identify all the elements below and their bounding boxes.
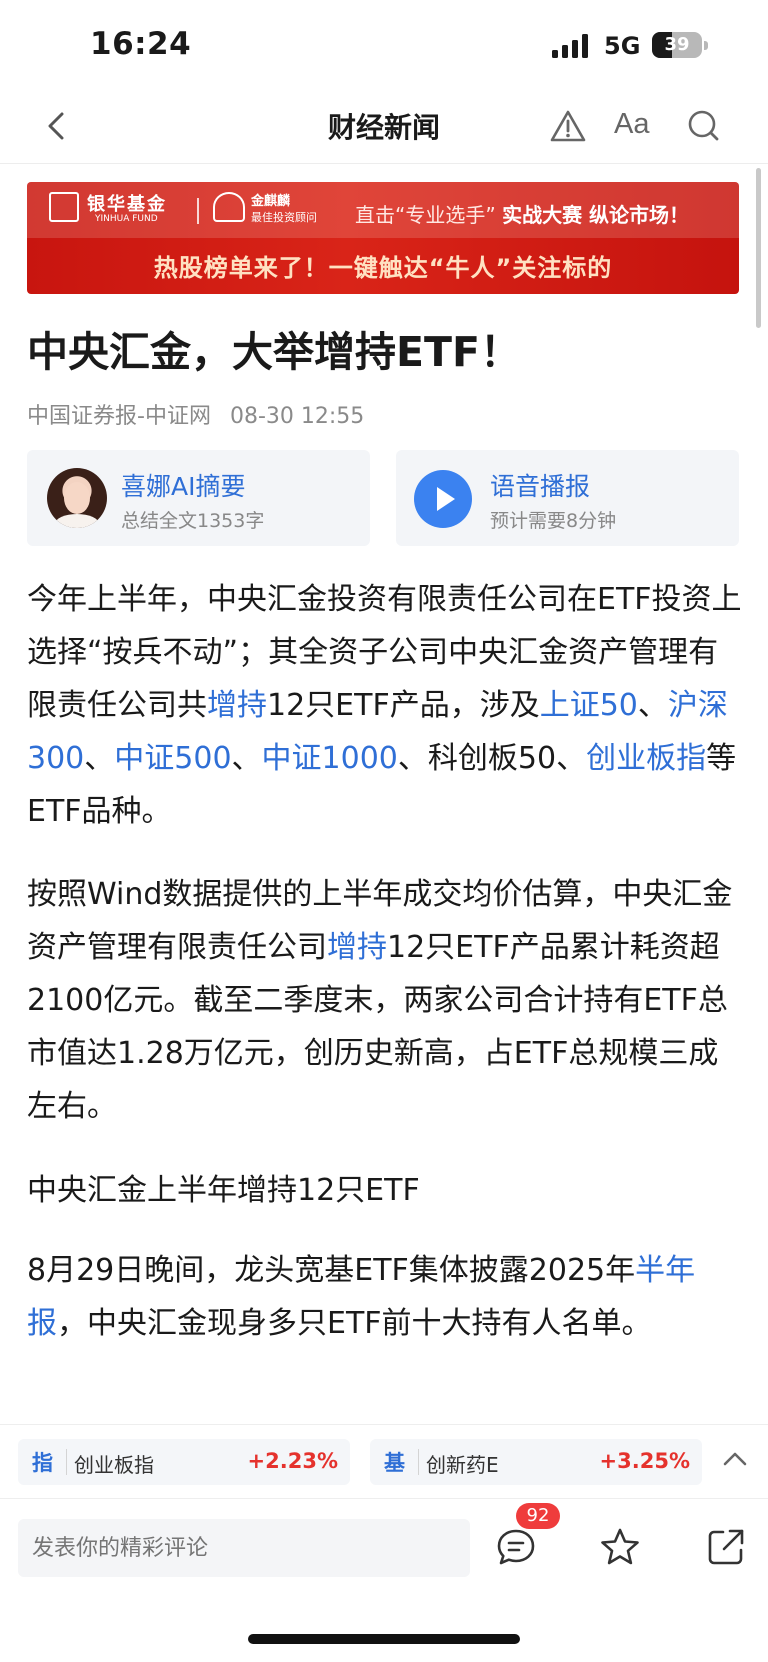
ticker-change: +3.25% [599,1449,690,1473]
page-title: 财经新闻 [327,111,440,144]
ai-summary-title: 喜娜AI摘要 [121,472,246,501]
comment-input[interactable] [18,1519,470,1577]
network-type: 5G [604,32,641,60]
ticker-type: 指 [32,1451,53,1475]
banner-headline: 热股榜单来了！一键触达“牛人”关注标的 [153,254,613,282]
play-icon[interactable] [414,470,472,528]
fund-logo: 银华基金 YINHUA FUND [49,190,177,224]
related-stocks-bar: 指 创业板指 +2.23% 基 创新药E +3.25% [0,1424,768,1498]
award-logo-mark [213,192,245,222]
voice-broadcast-card[interactable]: 语音播报 预计需要8分钟 [396,450,739,546]
article-paragraph: 8月29日晚间，龙头宽基ETF集体披露2025年半年报，中央汇金现身多只ETF前… [27,1244,742,1350]
award-logo: 金麒麟 最佳投资顾问 [213,190,317,225]
status-time: 16:24 [90,26,192,62]
stock-link-sz50[interactable]: 上证50 [540,688,638,723]
stock-link-zz500[interactable]: 中证500 [114,741,231,776]
article-subheading: 中央汇金上半年增持12只ETF [27,1173,420,1208]
nav-bar: 财经新闻 Aa [0,92,768,164]
article-title: 中央汇金，大举增持ETF！ [27,328,521,376]
warning-icon[interactable] [548,106,588,146]
text-run: 、 [637,688,668,723]
text-run: 、科创板50、 [397,741,587,776]
ticker-separator [66,1449,67,1475]
home-indicator[interactable] [248,1634,520,1644]
battery-nub [704,41,708,50]
banner-slogan: 直击“专业选手” 实战大赛 纵论市场！ [355,199,689,228]
text-run: 、 [84,741,115,776]
ticker-name: 创业板指 [74,1453,154,1477]
article-meta: 中国证券报-中证网 08-30 12:55 [27,398,364,430]
scrollbar[interactable] [756,168,761,328]
ticker-separator [418,1449,419,1475]
avatar-body [55,514,99,528]
comment-icon[interactable] [494,1525,538,1569]
status-bar: 16:24 5G 39 [0,0,768,92]
font-size-button[interactable]: Aa [614,108,649,141]
award-logo-sub: 最佳投资顾问 [251,211,317,224]
comment-count-badge: 92 [516,1503,560,1529]
chevron-up-icon[interactable] [720,1447,750,1471]
voice-title: 语音播报 [490,472,591,501]
ticker-name: 创新药E [426,1453,499,1477]
banner-divider [197,198,199,224]
text-run: 8月29日晚间，龙头宽基ETF集体披露2025年 [27,1253,636,1288]
award-logo-name: 金麒麟 [251,194,291,209]
ai-summary-sub: 总结全文1353字 [121,510,265,532]
ticker-type: 基 [384,1451,405,1475]
stock-link-increase[interactable]: 增持 [207,688,267,723]
ad-banner[interactable]: 银华基金 YINHUA FUND 金麒麟 最佳投资顾问 直击“专业选手” 实战大… [27,182,739,294]
ticker-change: +2.23% [247,1449,338,1473]
stock-link-zz1000[interactable]: 中证1000 [262,741,398,776]
text-run: ，中央汇金现身多只ETF前十大持有人名单。 [57,1306,652,1341]
ai-summary-card[interactable]: 喜娜AI摘要 总结全文1353字 [27,450,370,546]
article-paragraph: 按照Wind数据提供的上半年成交均价估算，中央汇金资产管理有限责任公司增持12只… [27,868,742,1133]
text-run: 12只ETF产品，涉及 [267,688,540,723]
star-icon[interactable] [598,1525,642,1569]
signal-icon [552,34,588,58]
article-paragraph: 今年上半年，中央汇金投资有限责任公司在ETF投资上选择“按兵不动”；其全资子公司… [27,573,742,838]
stock-link-increase[interactable]: 增持 [327,930,387,965]
article-source[interactable]: 中国证券报-中证网 [27,404,211,429]
stock-link-cybz[interactable]: 创业板指 [586,741,706,776]
banner-slogan-bold: 实战大赛 纵论市场！ [502,203,690,227]
ai-avatar [47,468,107,528]
banner-slogan-prefix: 直击“专业选手” [355,203,496,227]
voice-sub: 预计需要8分钟 [490,510,617,532]
fund-logo-mark [49,192,79,222]
battery-icon: 39 [652,32,702,58]
text-run: 、 [231,741,262,776]
battery-level: 39 [664,34,690,55]
share-icon[interactable] [704,1525,748,1569]
ticker-card[interactable]: 基 创新药E +3.25% [370,1439,702,1485]
search-icon[interactable] [684,106,724,146]
fund-logo-name: 银华基金 [87,194,167,215]
article-date: 08-30 12:55 [229,404,365,429]
ticker-card[interactable]: 指 创业板指 +2.23% [18,1439,350,1485]
avatar-face [64,482,90,514]
